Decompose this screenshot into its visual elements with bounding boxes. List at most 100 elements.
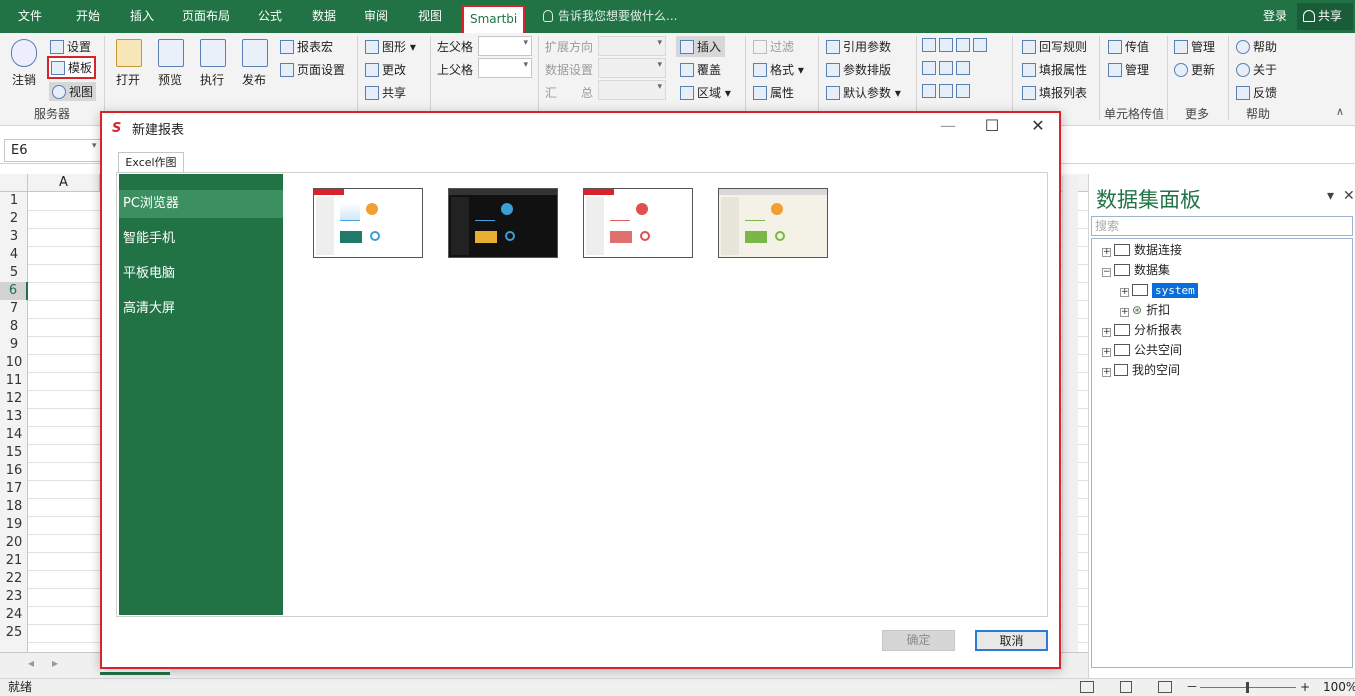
template-thumbnail-green[interactable] <box>718 188 828 258</box>
row-header-21[interactable]: 21 <box>0 552 28 570</box>
panel-close-icon[interactable]: ✕ <box>1343 188 1355 204</box>
column-a-header[interactable]: A <box>28 174 100 192</box>
row-header-25[interactable]: 25 <box>0 624 28 642</box>
attribute-button[interactable]: 属性 <box>753 84 794 101</box>
normal-view-icon[interactable] <box>1080 681 1094 693</box>
data-setting-dropdown[interactable] <box>598 58 666 78</box>
ok-button[interactable]: 确定 <box>882 630 955 651</box>
cancel-button[interactable]: 取消 <box>975 630 1048 651</box>
page-layout-view-icon[interactable] <box>1120 681 1132 693</box>
writeback-rule-button[interactable]: 回写规则 <box>1022 38 1087 55</box>
row-header-23[interactable]: 23 <box>0 588 28 606</box>
row-header-4[interactable]: 4 <box>0 246 28 264</box>
control-button-1[interactable] <box>922 38 990 52</box>
logout-button[interactable]: 注销 <box>12 71 36 88</box>
category-smartphone[interactable]: 智能手机 <box>119 225 283 253</box>
name-box[interactable]: E6 <box>4 139 102 162</box>
area-button[interactable]: 区域 ▾ <box>680 84 731 101</box>
vertical-scrollbar[interactable] <box>1062 176 1078 654</box>
top-parent-dropdown[interactable] <box>478 58 532 78</box>
tab-formulas[interactable]: 公式 <box>248 0 292 33</box>
graph-button[interactable]: 图形 ▾ <box>365 38 416 55</box>
row-header-8[interactable]: 8 <box>0 318 28 336</box>
expand-icon[interactable]: + <box>1120 288 1129 297</box>
change-button[interactable]: 更改 <box>365 61 406 78</box>
row-header-22[interactable]: 22 <box>0 570 28 588</box>
zoom-out-button[interactable]: － <box>1186 679 1198 696</box>
row-header-14[interactable]: 14 <box>0 426 28 444</box>
update-button[interactable]: 更新 <box>1174 61 1215 78</box>
filter-button[interactable]: 过滤 <box>753 38 794 55</box>
zoom-in-button[interactable]: + <box>1300 679 1310 696</box>
zoom-slider-thumb[interactable] <box>1246 682 1249 693</box>
view-button[interactable]: 视图 <box>49 82 97 101</box>
maximize-icon[interactable]: ☐ <box>980 116 1004 135</box>
publish-button[interactable]: 发布 <box>242 71 266 88</box>
tree-node-discount[interactable]: + ⊛ 折扣 <box>1120 301 1170 320</box>
tree-node-datasets[interactable]: − 数据集 <box>1102 261 1170 280</box>
tree-node-public-space[interactable]: + 公共空间 <box>1102 341 1182 360</box>
param-layout-button[interactable]: 参数排版 <box>826 61 891 78</box>
select-all-corner[interactable] <box>0 174 28 192</box>
tab-excel-chart[interactable]: Excel作图 <box>118 152 184 173</box>
summary-dropdown[interactable] <box>598 80 666 100</box>
tab-page-layout[interactable]: 页面布局 <box>174 0 238 33</box>
settings-button[interactable]: 设置 <box>50 38 91 55</box>
template-thumbnail-red[interactable] <box>583 188 693 258</box>
expand-icon[interactable]: + <box>1102 348 1111 357</box>
fill-attr-button[interactable]: 填报属性 <box>1022 61 1087 78</box>
about-button[interactable]: 关于 <box>1236 61 1277 78</box>
help-button[interactable]: 帮助 <box>1236 38 1277 55</box>
tab-view[interactable]: 视图 <box>406 0 454 33</box>
category-pc-browser[interactable]: PC浏览器 <box>119 190 283 218</box>
insert-mode-button[interactable]: 插入 <box>676 36 726 57</box>
row-header-18[interactable]: 18 <box>0 498 28 516</box>
row-header-17[interactable]: 17 <box>0 480 28 498</box>
row-header-2[interactable]: 2 <box>0 210 28 228</box>
default-param-button[interactable]: 默认参数 ▾ <box>826 84 901 101</box>
manage-button[interactable]: 管理 <box>1174 38 1215 55</box>
tell-me-search[interactable]: 告诉我您想要做什么... <box>543 0 677 33</box>
cover-mode-button[interactable]: 覆盖 <box>680 61 721 78</box>
collapse-ribbon-icon[interactable]: ∧ <box>1336 105 1344 118</box>
row-header-7[interactable]: 7 <box>0 300 28 318</box>
row-header-11[interactable]: 11 <box>0 372 28 390</box>
name-box-dropdown-icon[interactable]: ▾ <box>92 141 97 151</box>
ref-param-button[interactable]: 引用参数 <box>826 38 891 55</box>
row-header-24[interactable]: 24 <box>0 606 28 624</box>
category-tablet[interactable]: 平板电脑 <box>119 260 283 288</box>
tree-node-data-connection[interactable]: + 数据连接 <box>1102 241 1182 260</box>
row-header-20[interactable]: 20 <box>0 534 28 552</box>
row-header-15[interactable]: 15 <box>0 444 28 462</box>
login-link[interactable]: 登录 <box>1263 0 1287 33</box>
row-header-19[interactable]: 19 <box>0 516 28 534</box>
left-parent-dropdown[interactable] <box>478 36 532 56</box>
tab-file[interactable]: 文件 <box>6 0 54 33</box>
expand-icon[interactable]: + <box>1102 248 1111 257</box>
report-macro-button[interactable]: 报表宏 <box>280 38 333 55</box>
tree-node-my-space[interactable]: + 我的空间 <box>1102 361 1180 380</box>
page-setup-button[interactable]: 页面设置 <box>280 61 345 78</box>
close-icon[interactable]: ✕ <box>1026 116 1050 135</box>
row-header-16[interactable]: 16 <box>0 462 28 480</box>
category-big-screen[interactable]: 高清大屏 <box>119 295 283 323</box>
template-thumbnail-dark[interactable] <box>448 188 558 258</box>
preview-button[interactable]: 预览 <box>158 71 182 88</box>
open-button[interactable]: 打开 <box>116 71 140 88</box>
expand-icon[interactable]: + <box>1120 308 1129 317</box>
collapse-icon[interactable]: − <box>1102 268 1111 277</box>
feedback-button[interactable]: 反馈 <box>1236 84 1277 101</box>
row-header-9[interactable]: 9 <box>0 336 28 354</box>
panel-dropdown-icon[interactable]: ▾ <box>1327 188 1334 204</box>
expand-direction-dropdown[interactable] <box>598 36 666 56</box>
format-button[interactable]: 格式 ▾ <box>753 61 804 78</box>
share-button[interactable]: 共享 <box>1297 3 1353 30</box>
row-header-1[interactable]: 1 <box>0 192 28 210</box>
row-header-13[interactable]: 13 <box>0 408 28 426</box>
expand-icon[interactable]: + <box>1102 368 1111 377</box>
pass-manage-button[interactable]: 管理 <box>1108 61 1149 78</box>
zoom-level[interactable]: 100% <box>1323 679 1355 696</box>
prev-sheet-icon[interactable]: ◂ <box>28 656 34 670</box>
execute-button[interactable]: 执行 <box>200 71 224 88</box>
share-chart-button[interactable]: 共享 <box>365 84 406 101</box>
